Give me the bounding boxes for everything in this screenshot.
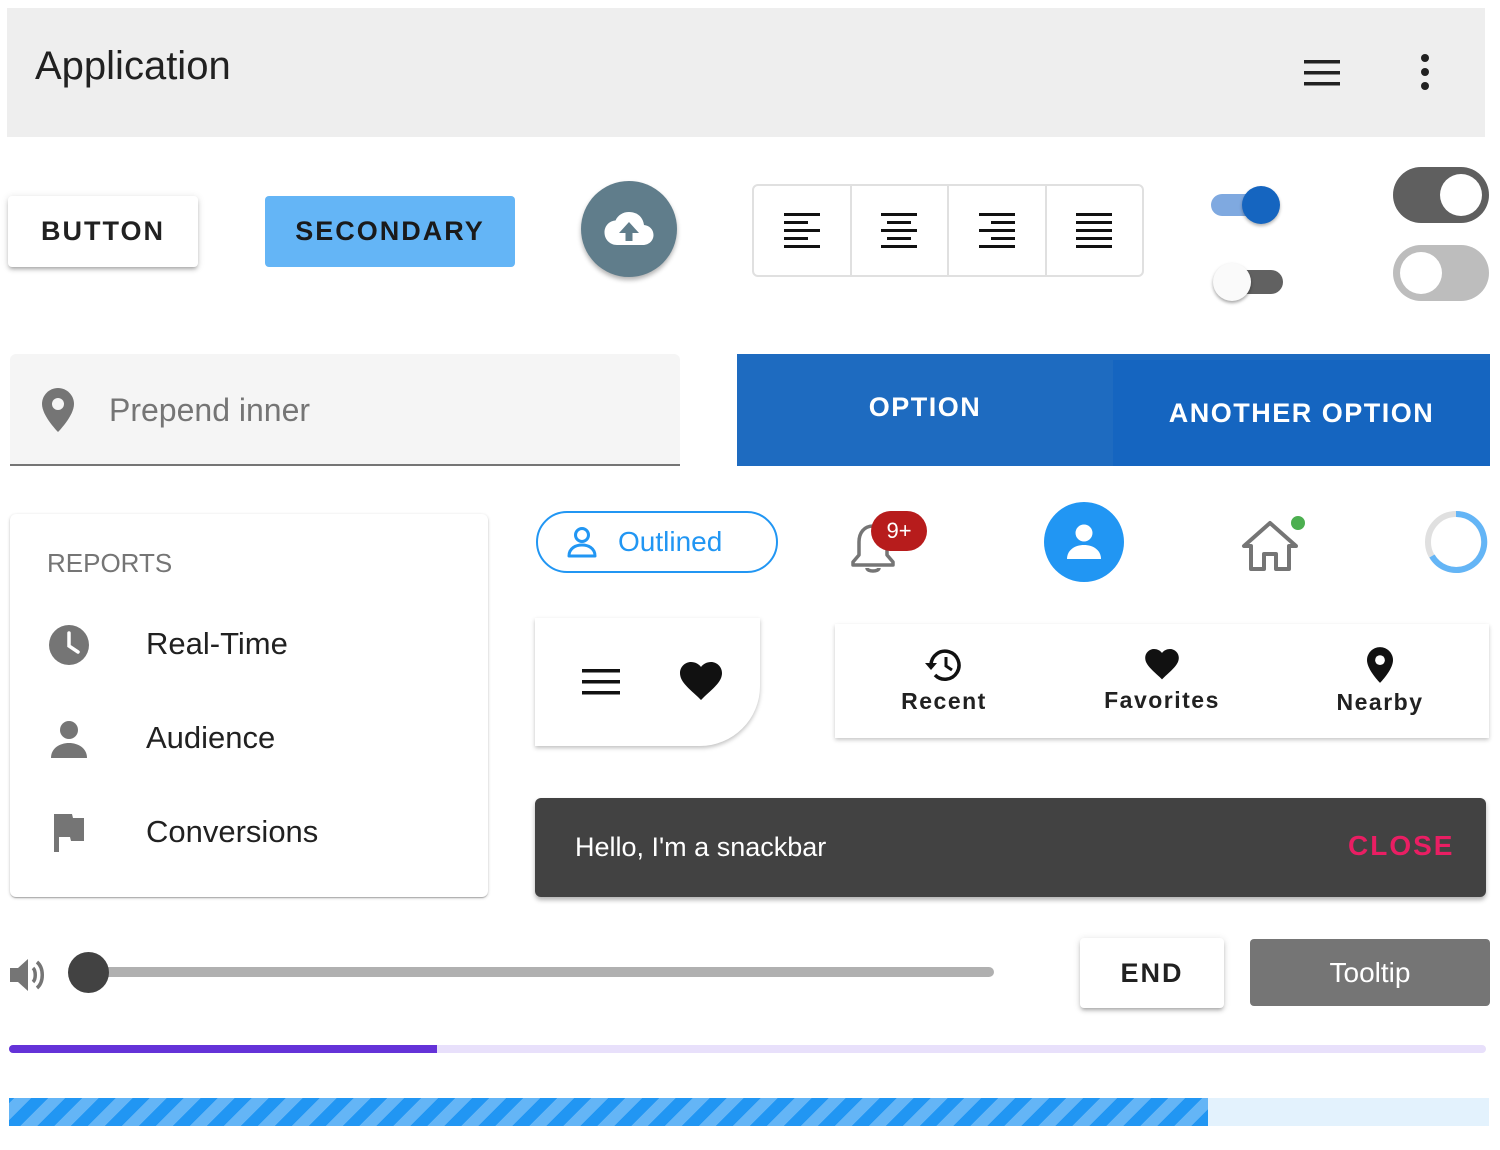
chip-label: Outlined	[618, 526, 723, 557]
outlined-chip[interactable]: Outlined	[536, 511, 778, 573]
align-justify-icon	[1076, 212, 1113, 248]
slider-track[interactable]	[88, 967, 994, 977]
reports-header: REPORTS	[47, 548, 173, 578]
switch-on-thumb[interactable]	[1242, 186, 1280, 224]
flag-icon	[48, 812, 90, 854]
upload-fab[interactable]	[581, 181, 677, 277]
heart-icon[interactable]	[680, 662, 722, 702]
end-button[interactable]: END	[1080, 938, 1224, 1008]
snackbar-close-button[interactable]: CLOSE	[1348, 830, 1454, 862]
heart-icon	[1145, 648, 1179, 679]
secondary-button[interactable]: SECONDARY	[265, 196, 515, 267]
nav-item-recent[interactable]: Recent	[835, 624, 1053, 738]
account-icon	[1067, 524, 1101, 559]
map-marker-icon	[1367, 646, 1393, 683]
app-title: Application	[35, 44, 231, 88]
striped-progress-fill	[9, 1098, 1208, 1126]
menu-icon[interactable]	[1302, 58, 1342, 88]
status-dot	[1289, 514, 1307, 532]
inset-switch-off-thumb[interactable]	[1400, 252, 1442, 294]
alignment-toggle-group	[752, 184, 1144, 277]
field-placeholder: Prepend inner	[109, 392, 311, 428]
align-left-icon	[783, 212, 820, 248]
inset-switch-on-thumb[interactable]	[1440, 174, 1482, 216]
history-icon	[925, 648, 961, 681]
button[interactable]: BUTTON	[8, 196, 198, 267]
align-center-button[interactable]	[852, 186, 949, 275]
bottom-app-bar	[535, 618, 760, 746]
list-item-label: Conversions	[146, 814, 319, 849]
bottom-navigation: Recent Favorites Nearby	[835, 624, 1489, 738]
tab-another-option[interactable]: ANOTHER OPTION	[1113, 360, 1490, 466]
linear-progress-fill	[9, 1045, 438, 1053]
nav-label: Recent	[901, 687, 987, 714]
map-marker-icon	[42, 388, 74, 432]
menu-icon[interactable]	[582, 668, 620, 696]
align-right-icon	[978, 212, 1015, 248]
align-justify-button[interactable]	[1047, 186, 1143, 275]
clock-icon	[48, 624, 90, 666]
tab-option[interactable]: OPTION	[737, 354, 1113, 460]
cloud-upload-icon	[604, 212, 654, 245]
more-vert-icon[interactable]	[1410, 52, 1440, 92]
list-item-label: Audience	[146, 720, 276, 755]
tooltip: Tooltip	[1250, 939, 1490, 1006]
volume-icon[interactable]	[8, 955, 48, 995]
notification-badge: 9+	[871, 511, 927, 551]
switch-off-thumb[interactable]	[1213, 263, 1251, 301]
align-right-button[interactable]	[949, 186, 1047, 275]
align-center-icon	[881, 212, 918, 248]
nav-label: Nearby	[1336, 688, 1424, 715]
nav-label: Favorites	[1104, 686, 1220, 713]
circular-progress	[1423, 509, 1489, 575]
snackbar-text: Hello, I'm a snackbar	[575, 832, 827, 862]
nav-item-favorites[interactable]: Favorites	[1053, 624, 1271, 738]
list-item-label: Real-Time	[146, 626, 288, 661]
list-item-audience[interactable]: Audience	[10, 692, 488, 782]
list-item-real-time[interactable]: Real-Time	[10, 598, 488, 688]
align-left-button[interactable]	[754, 186, 852, 275]
slider-thumb[interactable]	[68, 952, 109, 993]
account-outline-icon	[567, 527, 597, 558]
list-item-conversions[interactable]: Conversions	[10, 786, 488, 876]
nav-item-nearby[interactable]: Nearby	[1271, 624, 1489, 738]
account-icon	[48, 718, 90, 760]
avatar[interactable]	[1044, 502, 1124, 582]
